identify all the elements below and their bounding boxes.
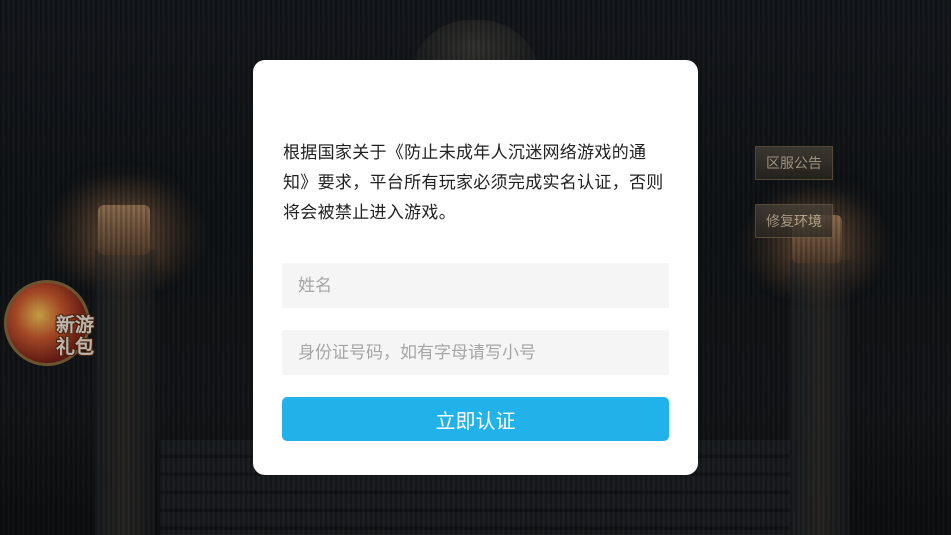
- verify-now-button[interactable]: 立即认证: [282, 397, 669, 441]
- repair-environment-button[interactable]: 修复环境: [755, 204, 833, 238]
- server-notice-button[interactable]: 区服公告: [755, 146, 833, 180]
- real-name-auth-dialog: 根据国家关于《防止未成年人沉迷网络游戏的通知》要求，平台所有玩家必须完成实名认证…: [253, 60, 698, 475]
- background-lamp-left: [98, 205, 150, 255]
- new-player-gift-button[interactable]: 新游 礼包: [4, 280, 100, 376]
- id-number-input[interactable]: [282, 330, 669, 375]
- background-pillar-right: [790, 260, 850, 535]
- auth-notice-text: 根据国家关于《防止未成年人沉迷网络游戏的通知》要求，平台所有玩家必须完成实名认证…: [283, 143, 664, 223]
- background-pillar-left: [95, 250, 155, 535]
- gift-label: 新游 礼包: [56, 314, 95, 358]
- name-input[interactable]: [282, 263, 669, 308]
